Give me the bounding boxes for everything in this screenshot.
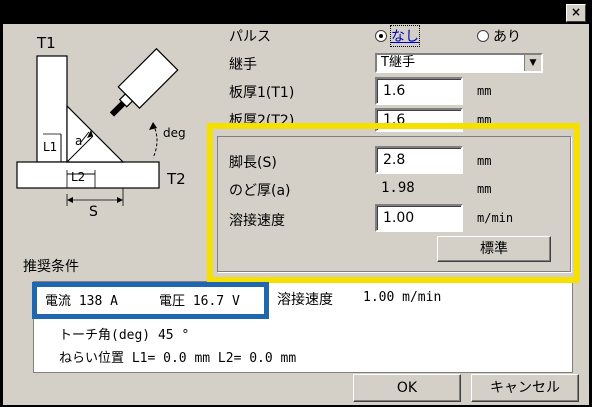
joint-select[interactable]: T継手 ▼ <box>375 53 543 73</box>
diagram-label-a: a <box>75 134 83 148</box>
diagram-label-l1: L1 <box>43 140 58 154</box>
thickness1-unit: mm <box>477 84 492 98</box>
pulse-label: パルス <box>229 29 271 45</box>
close-button[interactable]: × <box>566 4 586 22</box>
chevron-down-icon[interactable]: ▼ <box>524 55 541 71</box>
dialog-window: × T1 T2 L1 a L2 S deg パルス なし あり 継手 T継手 ▼… <box>0 0 592 407</box>
diagram-label-deg: deg <box>163 126 186 140</box>
cancel-button[interactable]: キャンセル <box>471 374 579 402</box>
pulse-radio-yes[interactable] <box>477 30 489 42</box>
joint-label: 継手 <box>229 57 257 73</box>
recommend-torch-angle: トーチ角(deg) 45 ° <box>59 328 190 343</box>
diagram-label-t2: T2 <box>167 170 186 188</box>
diagram-label-l2: L2 <box>71 170 86 184</box>
pulse-option-none-label[interactable]: なし <box>390 25 420 47</box>
recommend-speed-value: 1.00 m/min <box>363 290 442 305</box>
recommend-title: 推奨条件 <box>23 259 79 275</box>
pulse-radio-none[interactable] <box>375 30 387 42</box>
joint-select-value: T継手 <box>381 55 415 70</box>
highlight-blue-frame <box>32 282 269 319</box>
recommend-speed-label: 溶接速度 <box>277 292 333 308</box>
radio-selected-dot <box>379 34 383 38</box>
recommend-target-position: ねらい位置 L1= 0.0 mm L2= 0.0 mm <box>59 351 297 366</box>
ok-button[interactable]: OK <box>353 374 461 402</box>
diagram-label-s: S <box>89 204 98 220</box>
thickness1-input[interactable]: 1.6 <box>375 77 463 105</box>
thickness1-label: 板厚1(T1) <box>229 85 295 101</box>
pulse-option-yes-label[interactable]: あり <box>493 26 521 46</box>
weld-diagram <box>16 47 179 206</box>
diagram-label-t1: T1 <box>37 34 56 52</box>
highlight-yellow-frame <box>207 123 580 283</box>
